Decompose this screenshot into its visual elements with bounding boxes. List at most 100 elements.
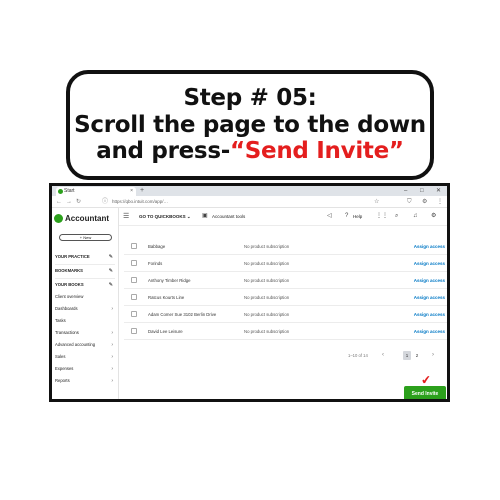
step-action-prefix: and press-	[96, 138, 230, 165]
megaphone-icon[interactable]: ◁	[327, 212, 332, 221]
sidebar-item-label: YOUR PRACTICE	[55, 254, 90, 259]
window-close-icon[interactable]: ✕	[436, 186, 441, 196]
assign-access-link[interactable]: Assign access	[414, 272, 445, 289]
address-bar: ← → ↻ ⓘ https://qbo.intuit.com/app/… ☆ ⛉…	[52, 196, 447, 208]
chevron-right-icon: ›	[111, 366, 113, 372]
row-checkbox[interactable]	[131, 277, 137, 283]
search-icon[interactable]: ⌕	[395, 212, 398, 221]
extensions-icon[interactable]: ⚙	[422, 197, 427, 207]
row-checkbox[interactable]	[131, 243, 137, 249]
forward-icon[interactable]: →	[66, 197, 72, 207]
sidebar-item-sales[interactable]: Sales ›	[55, 352, 115, 362]
bell-icon[interactable]: ♫	[413, 212, 418, 221]
sidebar-item-label: Client overview	[55, 294, 84, 299]
pagination-next-icon[interactable]: ›	[432, 352, 434, 359]
sidebar-item-dashboards[interactable]: Dashboards ›	[55, 304, 115, 314]
subscription-status: No product subscription	[244, 312, 290, 317]
go-to-quickbooks-dropdown[interactable]: GO TO QUICKBOOKS ⌄	[139, 212, 191, 221]
assign-access-link[interactable]: Assign access	[414, 289, 445, 306]
new-tab-icon[interactable]: +	[140, 186, 144, 196]
sidebar-item-client-overview[interactable]: Client overview	[55, 292, 115, 302]
app-screenshot: Start × + – □ ✕ ← → ↻ ⓘ https://qbo.intu…	[49, 183, 450, 402]
browser-menu-icon[interactable]: ⋮	[437, 197, 443, 207]
quickbooks-favicon-icon	[58, 189, 63, 194]
subscription-status: No product subscription	[244, 295, 290, 300]
edit-pencil-icon[interactable]: ✎	[109, 280, 113, 290]
table-row: Forinds No product subscription Assign a…	[124, 255, 447, 272]
minimize-icon[interactable]: –	[404, 186, 407, 196]
row-checkbox[interactable]	[131, 311, 137, 317]
chevron-right-icon: ›	[111, 306, 113, 312]
sidebar-item-tasks[interactable]: Tasks	[55, 316, 115, 326]
sidebar: Accountant + New YOUR PRACTICE ✎ BOOKMARK…	[52, 208, 119, 399]
client-name: Ratcus Kourts Line	[148, 295, 185, 300]
browser-tab[interactable]: Start ×	[56, 187, 136, 196]
sidebar-item-transactions[interactable]: Transactions ›	[55, 328, 115, 338]
url-field[interactable]: https://qbo.intuit.com/app/…	[112, 198, 382, 206]
row-checkbox[interactable]	[131, 294, 137, 300]
shield-icon[interactable]: ⛉	[407, 197, 412, 207]
sidebar-item-label: YOUR BOOKS	[55, 282, 84, 287]
sidebar-item-advanced-accounting[interactable]: Advanced accounting ›	[55, 340, 115, 350]
brand-name: Accountant	[65, 214, 109, 223]
sidebar-item-reports[interactable]: Reports ›	[55, 376, 115, 386]
row-checkbox[interactable]	[131, 328, 137, 334]
sidebar-item-expenses[interactable]: Expenses ›	[55, 364, 115, 374]
page-2-button[interactable]: 2	[413, 351, 421, 360]
pagination-prev-icon[interactable]: ‹	[382, 352, 384, 359]
assign-access-link[interactable]: Assign access	[414, 306, 445, 323]
refresh-icon[interactable]: ↻	[76, 197, 81, 207]
tab-close-icon[interactable]: ×	[130, 187, 133, 196]
accountant-tools-button[interactable]: Accountant tools	[212, 212, 245, 221]
chevron-right-icon: ›	[111, 330, 113, 336]
sidebar-item-label: Advanced accounting	[55, 342, 96, 347]
assign-access-link[interactable]: Assign access	[414, 323, 445, 340]
tutorial-page: Step # 05: Scroll the page to the down a…	[0, 0, 500, 500]
red-checkmark-annotation-icon: ✔	[420, 372, 432, 388]
help-button[interactable]: Help	[353, 212, 362, 221]
step-action-highlight: “Send Invite”	[229, 138, 404, 165]
sidebar-divider	[55, 278, 115, 279]
client-name: Anthony Timber Ridge	[148, 278, 191, 283]
sidebar-item-your-practice[interactable]: YOUR PRACTICE ✎	[55, 252, 115, 262]
sidebar-item-your-books[interactable]: YOUR BOOKS ✎	[55, 280, 115, 290]
subscription-status: No product subscription	[244, 244, 290, 249]
settings-gear-icon[interactable]: ⚙	[431, 212, 436, 221]
assign-access-link[interactable]: Assign access	[414, 238, 445, 255]
maximize-icon[interactable]: □	[420, 186, 424, 196]
instruction-box: Step # 05: Scroll the page to the down a…	[66, 70, 434, 180]
client-name: David Lee Leisure	[148, 329, 183, 334]
new-button[interactable]: + New	[59, 234, 112, 241]
browser-tab-title: Start	[64, 188, 75, 194]
subscription-status: No product subscription	[244, 261, 290, 266]
app-header: ☰ GO TO QUICKBOOKS ⌄ ▣ Accountant tools …	[119, 208, 447, 226]
send-invite-button[interactable]: Send Invite	[404, 386, 446, 399]
assign-access-link[interactable]: Assign access	[414, 255, 445, 272]
table-row: Adam Comer Sue 3102 Berlin Drive No prod…	[124, 306, 447, 323]
sidebar-item-label: Tasks	[55, 318, 66, 323]
client-name: Forinds	[148, 261, 163, 266]
menu-toggle-icon[interactable]: ☰	[123, 212, 129, 221]
step-instruction-line: Scroll the page to the down	[74, 111, 426, 138]
briefcase-icon: ▣	[202, 213, 208, 219]
step-instruction-action: and press-“Send Invite”	[96, 138, 404, 165]
subscription-status: No product subscription	[244, 329, 290, 334]
table-row: David Lee Leisure No product subscriptio…	[124, 323, 447, 340]
row-checkbox[interactable]	[131, 260, 137, 266]
edit-pencil-icon[interactable]: ✎	[109, 252, 113, 262]
favorite-star-icon[interactable]: ☆	[374, 197, 379, 207]
pagination-range: 1–10 of 14	[348, 353, 368, 358]
back-icon[interactable]: ←	[56, 197, 62, 207]
apps-grid-icon[interactable]: ⋮⋮	[376, 212, 388, 221]
table-row: Anthony Timber Ridge No product subscrip…	[124, 272, 447, 289]
sidebar-item-label: Expenses	[55, 366, 74, 371]
brand[interactable]: Accountant	[54, 214, 109, 223]
page-1-button[interactable]: 1	[403, 351, 411, 360]
sidebar-item-bookmarks[interactable]: BOOKMARKS ✎	[55, 266, 115, 276]
table-row: Babbage No product subscription Assign a…	[124, 238, 447, 255]
sidebar-item-label: Dashboards	[55, 306, 78, 311]
sidebar-item-label: Reports	[55, 378, 70, 383]
sidebar-item-label: Transactions	[55, 330, 79, 335]
site-info-icon[interactable]: ⓘ	[102, 197, 108, 207]
edit-pencil-icon[interactable]: ✎	[109, 266, 113, 276]
